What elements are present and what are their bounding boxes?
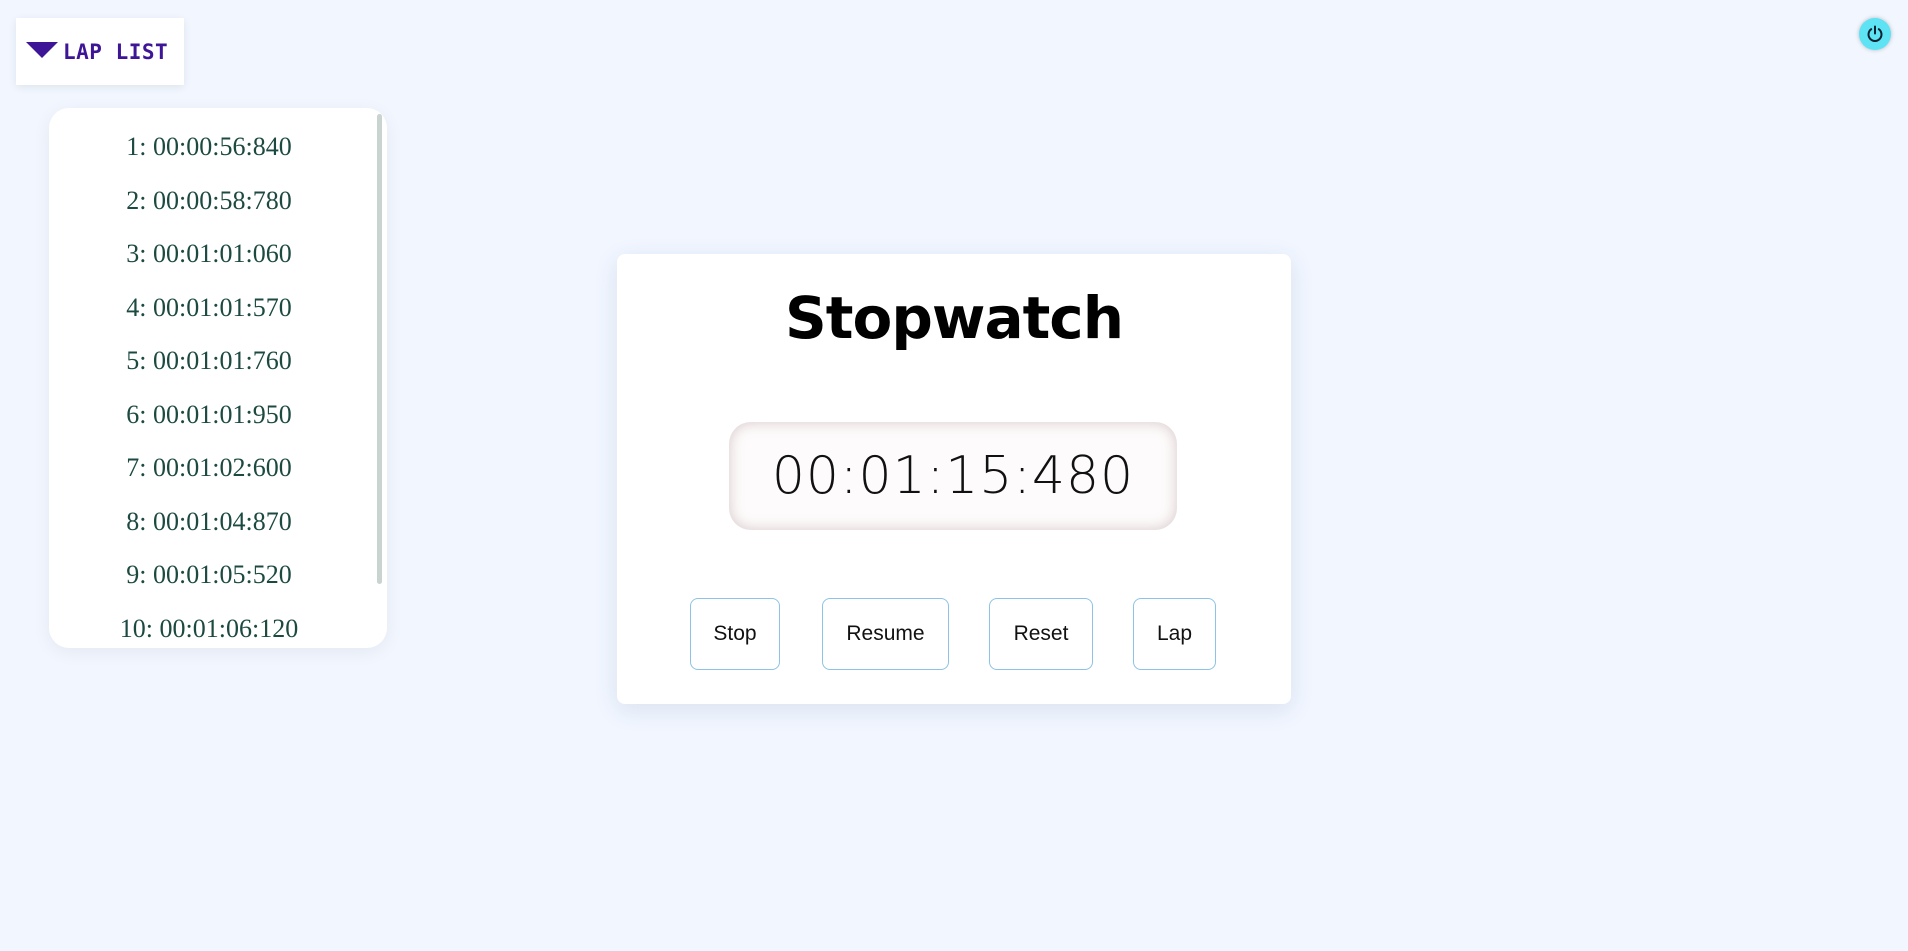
lap-item: 6: 00:01:01:950 — [126, 399, 292, 429]
power-icon — [1867, 25, 1883, 42]
lap-item: 5: 00:01:01:760 — [126, 346, 292, 375]
lap-item: 2: 00:00:58:780 — [126, 185, 292, 215]
time-readout: 00:01:15:480 — [771, 446, 1135, 506]
reset-button[interactable]: Reset — [989, 598, 1093, 670]
control-buttons: Stop Resume Reset Lap — [617, 598, 1291, 670]
triangle-down-icon — [26, 41, 58, 58]
resume-button[interactable]: Resume — [822, 598, 949, 670]
lap-list-toggle[interactable]: LAP LIST — [16, 18, 184, 85]
lap-item: 7: 00:01:02:600 — [126, 453, 292, 482]
lap-list: 1: 00:00:56:840 2: 00:00:58:780 3: 00:01… — [49, 120, 369, 648]
lap-list-scrollbar[interactable] — [377, 114, 382, 584]
power-button[interactable] — [1859, 18, 1891, 50]
lap-list-panel: 1: 00:00:56:840 2: 00:00:58:780 3: 00:01… — [49, 108, 387, 648]
stopwatch-title: Stopwatch — [785, 284, 1124, 352]
lap-button[interactable]: Lap — [1133, 598, 1216, 670]
lap-item: 4: 00:01:01:570 — [126, 292, 292, 322]
time-display: 00:01:15:480 — [729, 422, 1177, 530]
stopwatch-page: LAP LIST 1: 00:00:56:840 2: 00:00:58:780… — [0, 0, 1908, 951]
stopwatch-card: Stopwatch 00:01:15:480 Stop Resume Reset… — [617, 254, 1291, 704]
lap-item: 10: 00:01:06:120 — [119, 613, 299, 643]
lap-list-toggle-label: LAP LIST — [63, 39, 169, 64]
lap-item: 9: 00:01:05:520 — [126, 560, 292, 589]
stop-button[interactable]: Stop — [690, 598, 780, 670]
lap-item: 8: 00:01:04:870 — [126, 506, 292, 536]
lap-item: 3: 00:01:01:060 — [126, 239, 292, 268]
lap-item: 1: 00:00:56:840 — [126, 132, 292, 161]
